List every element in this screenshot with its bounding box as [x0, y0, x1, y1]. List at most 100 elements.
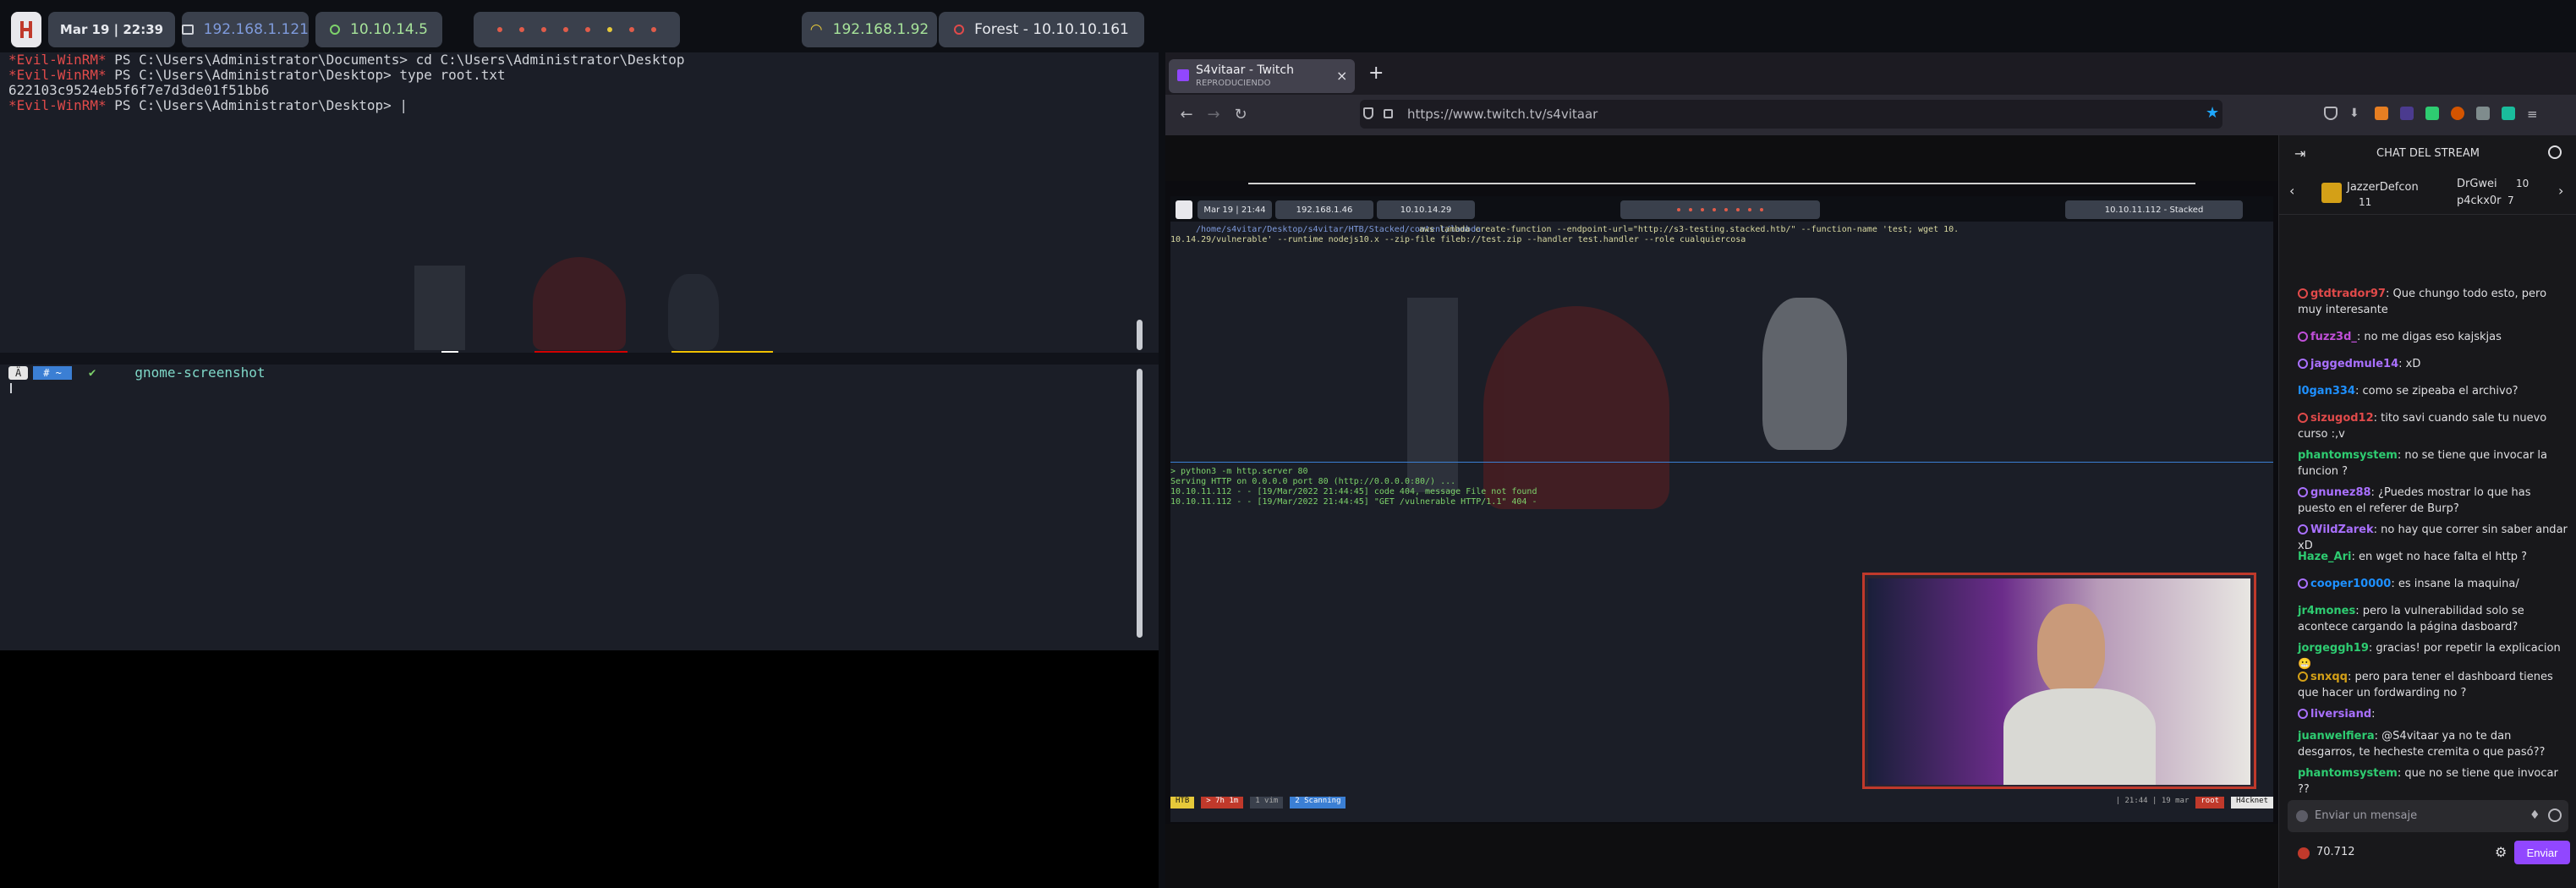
toolbar-icons: ⬇ ≡ — [2324, 107, 2540, 122]
extension-icon[interactable] — [2476, 107, 2490, 120]
chat-input[interactable]: Enviar un mensaje ♦ — [2288, 800, 2568, 832]
video-player[interactable]: Mar 19 | 21:44 192.168.1.46 10.10.14.29 … — [1165, 181, 2278, 824]
user-badge-icon — [2298, 332, 2308, 342]
tmux-segment: > 7h 1m — [1201, 797, 1244, 809]
chat-username[interactable]: liversiand — [2310, 708, 2371, 721]
inner-workspaces — [1620, 200, 1820, 219]
chat-username[interactable]: gtdtrador97 — [2310, 288, 2386, 300]
workspace-dot[interactable] — [541, 27, 546, 32]
workspace-dot[interactable] — [519, 27, 524, 32]
chat-message: jorgeggh19: gracias! por repetir la expl… — [2298, 640, 2570, 672]
workspaces-pill[interactable] — [474, 12, 680, 47]
workspace-dot[interactable] — [563, 27, 568, 32]
back-icon[interactable]: ← — [1176, 103, 1198, 125]
extension-icon[interactable] — [2400, 107, 2414, 120]
chat-text: : en wget no hace falta el http ? — [2351, 551, 2528, 563]
top-status-bar: Mar 19 | 22:39 192.168.1.121 10.10.14.5 … — [0, 0, 2576, 58]
pane-divider[interactable] — [0, 353, 1161, 365]
chat-message: jaggedmule14: xD — [2298, 356, 2570, 372]
chat-username[interactable]: WildZarek — [2310, 523, 2374, 536]
webcam-feed — [1868, 578, 2250, 785]
tab-subtitle: REPRODUCIENDO — [1196, 79, 1271, 88]
extension-icon[interactable] — [2502, 107, 2515, 120]
chat-username[interactable]: cooper10000 — [2310, 578, 2391, 590]
browser-window[interactable]: S4vitaar - Twitch REPRODUCIENDO × + ← → … — [1165, 52, 2576, 888]
users-icon[interactable] — [2548, 145, 2562, 159]
inner-target-pill: 10.10.11.112 - Stacked — [2065, 200, 2243, 219]
empty-desktop-area — [0, 650, 1159, 888]
forward-icon[interactable]: → — [1203, 103, 1225, 125]
wifi-ip: 192.168.1.92 — [832, 21, 929, 38]
new-tab-icon[interactable]: + — [1368, 63, 1384, 84]
close-tab-icon[interactable]: × — [1336, 68, 1347, 84]
prompt-command: gnome-screenshot — [134, 365, 266, 381]
workspace-dot[interactable] — [585, 27, 590, 32]
terminal-scrollbar[interactable] — [1137, 369, 1143, 638]
webcam-overlay — [1862, 573, 2256, 789]
terminal-scrollbar[interactable] — [1137, 320, 1143, 350]
chat-username[interactable]: sizugod12 — [2310, 412, 2374, 425]
url-text[interactable]: https://www.twitch.tv/s4vitaar — [1407, 107, 1598, 122]
inner-datetime-pill: Mar 19 | 21:44 — [1198, 200, 1272, 219]
inner-ip1: 192.168.1.46 — [1296, 205, 1353, 215]
chat-username[interactable]: Haze_Ari — [2298, 551, 2351, 563]
chat-username[interactable]: snxqq — [2310, 671, 2348, 683]
chat-username[interactable]: jaggedmule14 — [2310, 358, 2398, 370]
gifter-name: DrGwei — [2457, 178, 2497, 190]
emote-icon[interactable] — [2548, 809, 2562, 822]
reload-icon[interactable]: ↻ — [1230, 103, 1252, 125]
extension-icon[interactable] — [2375, 107, 2388, 120]
send-button[interactable]: Enviar — [2514, 841, 2570, 864]
inner-topbar: Mar 19 | 21:44 192.168.1.46 10.10.14.29 … — [1170, 196, 2273, 222]
chat-text: : xD — [2398, 358, 2421, 370]
gifter-name: p4ckx0r — [2457, 195, 2502, 207]
channel-points-icon[interactable] — [2298, 847, 2310, 859]
terminal-window[interactable]: *Evil-WinRM* PS C:\Users\Administrator\D… — [0, 52, 1161, 650]
workspace-dot[interactable] — [497, 27, 502, 32]
tmux-time: | 21:44 | 19 mar — [2115, 797, 2190, 805]
extension-icon[interactable] — [2451, 107, 2464, 120]
inner-ip1-pill: 192.168.1.46 — [1275, 200, 1373, 219]
terminal-bottom-pane[interactable]: Ä # ~ ✔ gnome-screenshot — [8, 365, 1142, 644]
inner-http-line: 10.10.11.112 - - [19/Mar/2022 21:44:45] … — [1170, 497, 1537, 507]
chat-message: cooper10000: es insane la maquina/ — [2298, 576, 2570, 592]
target-host-pill: Forest - 10.10.10.161 — [939, 12, 1144, 47]
terminal-top-pane[interactable]: *Evil-WinRM* PS C:\Users\Administrator\D… — [8, 52, 1142, 353]
stream-desktop: Mar 19 | 21:44 192.168.1.46 10.10.14.29 … — [1170, 196, 2273, 822]
chat-username[interactable]: phantomsystem — [2298, 449, 2398, 462]
workspace-dot[interactable] — [607, 27, 612, 32]
menu-icon[interactable]: ≡ — [2527, 107, 2540, 122]
gifter-count: 11 — [2359, 196, 2372, 208]
chat-username[interactable]: l0gan334 — [2298, 385, 2355, 397]
chat-message: sizugod12: tito savi cuando sale tu nuev… — [2298, 410, 2570, 442]
workspace-dot[interactable] — [651, 27, 656, 32]
gifter-count: 7 — [2507, 195, 2514, 206]
terminal-line: *Evil-WinRM* PS C:\Users\Administrator\D… — [8, 97, 408, 113]
datetime: Mar 19 | 22:39 — [59, 22, 164, 37]
tab-twitch[interactable]: S4vitaar - Twitch REPRODUCIENDO × — [1169, 59, 1355, 93]
chat-username[interactable]: phantomsystem — [2298, 767, 2398, 780]
chat-username[interactable]: jr4mones — [2298, 605, 2355, 617]
shield-icon[interactable] — [1363, 107, 1373, 119]
lock-icon[interactable] — [1384, 109, 1393, 118]
workspace-dot[interactable] — [629, 27, 634, 32]
bits-icon[interactable]: ♦ — [2529, 809, 2540, 822]
bookmark-star-icon[interactable]: ★ — [2206, 104, 2219, 122]
download-icon[interactable]: ⬇ — [2349, 107, 2363, 120]
chat-input-placeholder[interactable]: Enviar un mensaje — [2315, 809, 2417, 822]
chat-username[interactable]: jorgeggh19 — [2298, 642, 2369, 655]
extension-icon[interactable] — [2425, 107, 2439, 120]
chevron-left-icon[interactable]: ‹ — [2289, 183, 2294, 199]
gifter-count: 10 — [2516, 178, 2529, 189]
inner-http-line: Serving HTTP on 0.0.0.0 port 80 (http://… — [1170, 477, 1456, 486]
vpn-ip: 192.168.1.121 — [203, 21, 309, 38]
settings-gear-icon[interactable]: ⚙ — [2495, 844, 2507, 860]
chat-username[interactable]: fuzz3d_ — [2310, 331, 2357, 343]
chat-username[interactable]: gnunez88 — [2310, 486, 2371, 499]
chevron-right-icon[interactable]: › — [2558, 183, 2563, 199]
url-bar[interactable]: https://www.twitch.tv/s4vitaar ★ — [1360, 100, 2222, 129]
chat-username[interactable]: juanwelfiera — [2298, 730, 2375, 743]
pocket-icon[interactable] — [2324, 107, 2338, 120]
stream-progress-line — [1248, 183, 2195, 184]
terminal-line: *Evil-WinRM* PS C:\Users\Administrator\D… — [8, 52, 685, 68]
